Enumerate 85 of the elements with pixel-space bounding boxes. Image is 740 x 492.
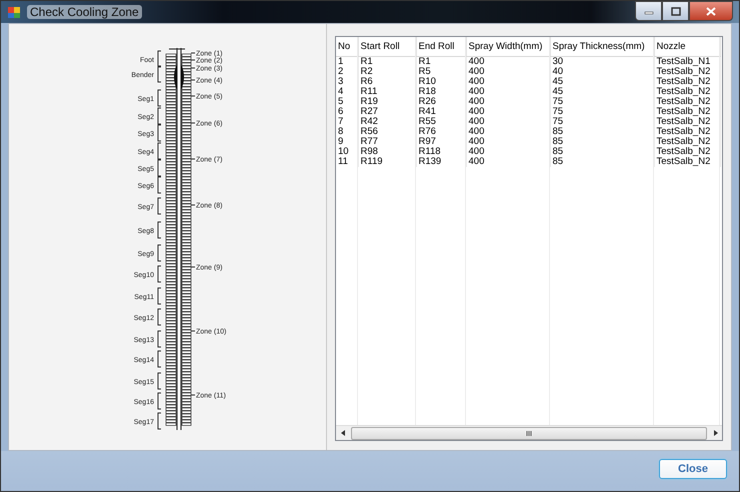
app-icon bbox=[7, 5, 21, 19]
table-cell: R11 bbox=[358, 87, 416, 97]
table-cell: R26 bbox=[416, 97, 466, 107]
table-cell: 2 bbox=[336, 67, 358, 77]
table-cell: 9 bbox=[336, 137, 358, 147]
table-cell: 400 bbox=[466, 127, 550, 137]
table-cell: 400 bbox=[466, 67, 550, 77]
table-cell: R119 bbox=[358, 157, 416, 167]
table-cell: 5 bbox=[336, 97, 358, 107]
table-cell: 85 bbox=[550, 147, 654, 157]
column-header[interactable]: Spray Thickness(mm) bbox=[550, 37, 654, 56]
column-header[interactable]: Spray Width(mm) bbox=[466, 37, 550, 56]
table-cell: 400 bbox=[466, 137, 550, 147]
table-cell: R98 bbox=[358, 147, 416, 157]
table-cell: 45 bbox=[550, 77, 654, 87]
table-cell: 400 bbox=[466, 147, 550, 157]
table-cell: TestSalb_N2 bbox=[654, 107, 720, 117]
table-cell: TestSalb_N2 bbox=[654, 67, 720, 77]
column-header[interactable]: End Roll bbox=[416, 37, 466, 56]
window-title: Check Cooling Zone bbox=[27, 5, 142, 19]
table-cell: TestSalb_N2 bbox=[654, 137, 720, 147]
table-cell: TestSalb_N2 bbox=[654, 97, 720, 107]
table-cell: 7 bbox=[336, 117, 358, 127]
table-cell: 400 bbox=[466, 56, 550, 67]
close-icon bbox=[706, 6, 716, 16]
table-cell: R97 bbox=[416, 137, 466, 147]
close-button[interactable]: Close bbox=[659, 459, 727, 479]
table-cell: 75 bbox=[550, 97, 654, 107]
close-window-button[interactable] bbox=[689, 1, 733, 21]
table-cell: R41 bbox=[416, 107, 466, 117]
grip-icon bbox=[526, 430, 532, 436]
table-cell: 400 bbox=[466, 157, 550, 167]
table-cell: R10 bbox=[416, 77, 466, 87]
table-cell: 400 bbox=[466, 87, 550, 97]
table-cell: R56 bbox=[358, 127, 416, 137]
table-cell: R1 bbox=[416, 56, 466, 67]
table-cell: R27 bbox=[358, 107, 416, 117]
column-header[interactable]: Start Roll bbox=[358, 37, 416, 56]
table-cell: 75 bbox=[550, 107, 654, 117]
table-cell: 85 bbox=[550, 137, 654, 147]
scrollbar-thumb[interactable] bbox=[351, 426, 707, 440]
table-cell: 40 bbox=[550, 67, 654, 77]
table-cell: TestSalb_N2 bbox=[654, 87, 720, 97]
table-cell: 85 bbox=[550, 157, 654, 167]
table-cell: R2 bbox=[358, 67, 416, 77]
column-header[interactable]: Nozzle bbox=[654, 37, 720, 56]
table-cell: R6 bbox=[358, 77, 416, 87]
table-cell: TestSalb_N2 bbox=[654, 117, 720, 127]
table-cell: 400 bbox=[466, 107, 550, 117]
table-cell: 10 bbox=[336, 147, 358, 157]
maximize-button[interactable] bbox=[662, 1, 689, 21]
table-cell: R1 bbox=[358, 56, 416, 67]
table-cell: 75 bbox=[550, 117, 654, 127]
table-cell: 4 bbox=[336, 87, 358, 97]
horizontal-scrollbar[interactable] bbox=[336, 425, 722, 440]
table-cell: R18 bbox=[416, 87, 466, 97]
scroll-right-icon[interactable] bbox=[714, 430, 718, 436]
table-cell: R76 bbox=[416, 127, 466, 137]
table-cell: R55 bbox=[416, 117, 466, 127]
table-cell: 6 bbox=[336, 107, 358, 117]
table-cell: 400 bbox=[466, 117, 550, 127]
minimize-button[interactable] bbox=[635, 1, 662, 21]
table-cell: 3 bbox=[336, 77, 358, 87]
table-cell: R139 bbox=[416, 157, 466, 167]
table-cell: TestSalb_N2 bbox=[654, 157, 720, 167]
column-header[interactable]: No bbox=[336, 37, 358, 56]
table-cell: TestSalb_N1 bbox=[654, 56, 720, 67]
table-cell: 11 bbox=[336, 157, 358, 167]
table-cell: R5 bbox=[416, 67, 466, 77]
table-cell: 45 bbox=[550, 87, 654, 97]
table-cell: TestSalb_N2 bbox=[654, 127, 720, 137]
table-cell: 85 bbox=[550, 127, 654, 137]
table-cell: 8 bbox=[336, 127, 358, 137]
scroll-left-icon[interactable] bbox=[340, 430, 344, 436]
table-cell: 400 bbox=[466, 77, 550, 87]
table-cell: 30 bbox=[550, 56, 654, 67]
table-cell: R42 bbox=[358, 117, 416, 127]
table-cell: 400 bbox=[466, 97, 550, 107]
table-cell: 1 bbox=[336, 56, 358, 67]
table-cell: R118 bbox=[416, 147, 466, 157]
table-cell: R77 bbox=[358, 137, 416, 147]
table-cell: R19 bbox=[358, 97, 416, 107]
table-cell: TestSalb_N2 bbox=[654, 77, 720, 87]
table-cell: TestSalb_N2 bbox=[654, 147, 720, 157]
maximize-icon bbox=[670, 6, 680, 16]
